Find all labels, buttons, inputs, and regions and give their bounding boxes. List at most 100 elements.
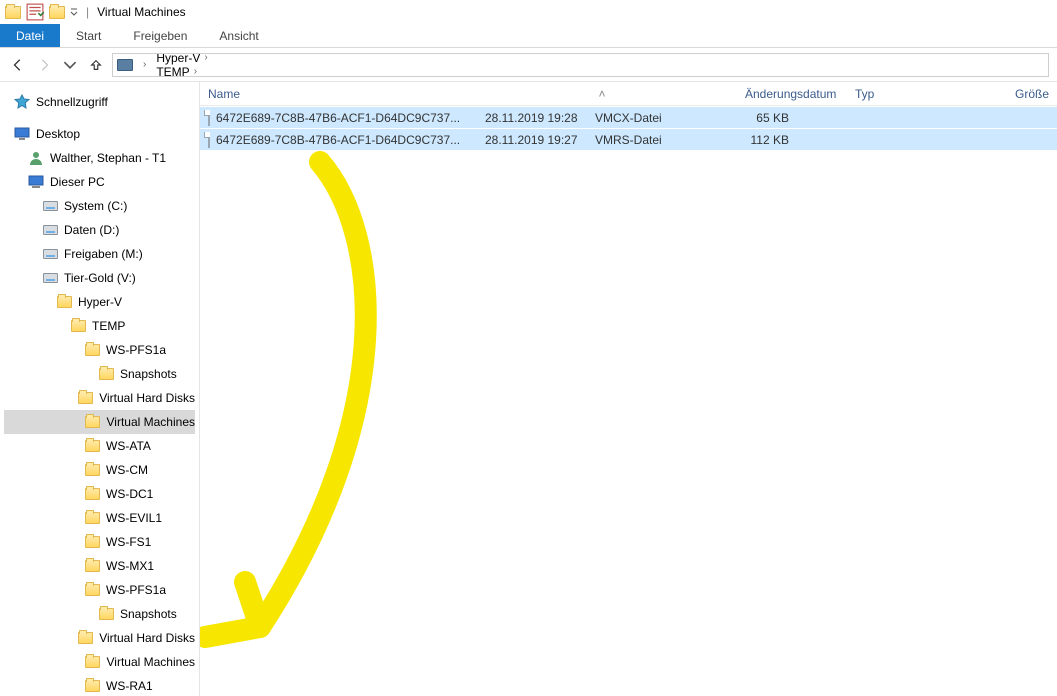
folder-icon xyxy=(84,486,100,502)
tree-item-label: WS-RA1 xyxy=(106,679,153,693)
pc-icon xyxy=(28,174,44,190)
tree-item[interactable]: WS-PFS1a xyxy=(4,578,195,602)
drive-icon xyxy=(42,270,58,286)
tree-item[interactable]: System (C:) xyxy=(4,194,195,218)
tree-item[interactable]: Snapshots xyxy=(4,602,195,626)
tree-item-label: Virtual Hard Disks xyxy=(99,391,195,405)
tree-item-label: WS-PFS1a xyxy=(106,583,166,597)
folder-icon xyxy=(84,510,100,526)
folder-icon xyxy=(84,438,100,454)
file-type: VMRS-Datei xyxy=(587,133,707,147)
navigation-tree[interactable]: Schnellzugriff Desktop Walther, Stephan - … xyxy=(0,82,200,696)
tree-item-label: Desktop xyxy=(36,127,80,141)
drive-icon xyxy=(42,198,58,214)
window-title: Virtual Machines xyxy=(97,5,186,19)
tree-item[interactable]: Snapshots xyxy=(4,362,195,386)
folder-icon xyxy=(84,558,100,574)
sort-indicator-icon: ˄ xyxy=(597,87,607,101)
tree-item[interactable]: WS-DC1 xyxy=(4,482,195,506)
tree-item[interactable]: WS-ATA xyxy=(4,434,195,458)
column-type[interactable]: Typ xyxy=(847,87,967,101)
crumb-root-chev[interactable]: › xyxy=(135,59,150,70)
file-list-header[interactable]: Name ˄ Änderungsdatum Typ Größe xyxy=(200,82,1057,106)
up-icon[interactable] xyxy=(86,55,106,75)
tree-item[interactable]: Walther, Stephan - T1 xyxy=(4,146,195,170)
tree-item-label: Virtual Machines xyxy=(107,415,196,429)
tree-item[interactable]: Virtual Machines xyxy=(4,410,195,434)
column-date[interactable]: Änderungsdatum xyxy=(737,87,847,101)
tree-item[interactable]: WS-FS1 xyxy=(4,530,195,554)
folder-icon xyxy=(84,534,100,550)
tree-item[interactable]: TEMP xyxy=(4,314,195,338)
ribbon-tab-share[interactable]: Freigeben xyxy=(117,24,203,47)
navigation-bar: › Dieser PC›Tier-Gold (V:)›Hyper-V›TEMP›… xyxy=(0,48,1057,82)
folder-icon xyxy=(85,414,101,430)
back-icon[interactable] xyxy=(8,55,28,75)
recent-locations-icon[interactable] xyxy=(60,55,80,75)
file-name: 6472E689-7C8B-47B6-ACF1-D64DC9C737... xyxy=(216,111,460,125)
folder-icon xyxy=(84,678,100,694)
main-area: Schnellzugriff Desktop Walther, Stephan - … xyxy=(0,82,1057,696)
tree-item-label: Schnellzugriff xyxy=(36,95,108,109)
folder-icon xyxy=(85,654,101,670)
folder-icon xyxy=(84,342,100,358)
file-size: 112 KB xyxy=(707,133,797,147)
address-bar[interactable]: › Dieser PC›Tier-Gold (V:)›Hyper-V›TEMP›… xyxy=(112,53,1049,77)
qat-properties-icon[interactable] xyxy=(26,3,44,21)
ribbon-tab-view[interactable]: Ansicht xyxy=(203,24,274,47)
tree-item-label: WS-FS1 xyxy=(106,535,151,549)
ribbon-tab-file[interactable]: Datei xyxy=(0,24,60,47)
tree-item[interactable]: Virtual Machines xyxy=(4,650,195,674)
tree-item-label: Walther, Stephan - T1 xyxy=(50,151,166,165)
column-name[interactable]: Name xyxy=(200,87,467,101)
tree-item[interactable]: Daten (D:) xyxy=(4,218,195,242)
tree-item[interactable]: Hyper-V xyxy=(4,290,195,314)
tree-item-label: WS-PFS1a xyxy=(106,343,166,357)
drive-icon xyxy=(42,222,58,238)
file-date: 28.11.2019 19:28 xyxy=(477,111,587,125)
tree-item-label: TEMP xyxy=(92,319,125,333)
file-icon xyxy=(208,132,210,148)
tree-item-label: Hyper-V xyxy=(78,295,122,309)
tree-item[interactable]: Dieser PC xyxy=(4,170,195,194)
breadcrumb-item[interactable]: TEMP› xyxy=(152,65,256,77)
tree-item-label: Virtual Machines xyxy=(107,655,196,669)
folder-icon xyxy=(77,390,93,406)
tree-item-label: WS-EVIL1 xyxy=(106,511,162,525)
column-size[interactable]: Größe xyxy=(967,87,1057,101)
qat-customize-icon[interactable] xyxy=(70,8,78,16)
folder-icon xyxy=(77,630,93,646)
file-list-body[interactable]: 6472E689-7C8B-47B6-ACF1-D64DC9C737... 28.… xyxy=(200,106,1057,696)
qat-newfolder-icon[interactable] xyxy=(48,3,66,21)
tree-item[interactable]: WS-PFS1a xyxy=(4,338,195,362)
tree-item-label: Daten (D:) xyxy=(64,223,119,237)
tree-item[interactable]: WS-MX1 xyxy=(4,554,195,578)
pc-icon xyxy=(117,59,133,71)
folder-icon xyxy=(98,606,114,622)
breadcrumb-item[interactable]: Hyper-V› xyxy=(152,53,256,65)
tree-item-label: WS-DC1 xyxy=(106,487,153,501)
tree-item[interactable]: Desktop xyxy=(4,122,195,146)
tree-item[interactable]: Freigaben (M:) xyxy=(4,242,195,266)
tree-item[interactable]: Virtual Hard Disks xyxy=(4,386,195,410)
folder-icon xyxy=(4,3,22,21)
file-row[interactable]: 6472E689-7C8B-47B6-ACF1-D64DC9C737... 28.… xyxy=(200,106,1057,128)
drive-icon xyxy=(42,246,58,262)
tree-item[interactable]: Schnellzugriff xyxy=(4,90,195,114)
ribbon-tab-start[interactable]: Start xyxy=(60,24,117,47)
star-icon xyxy=(14,94,30,110)
file-list: Name ˄ Änderungsdatum Typ Größe 6472E689… xyxy=(200,82,1057,696)
tree-item-label: System (C:) xyxy=(64,199,127,213)
tree-item[interactable]: Tier-Gold (V:) xyxy=(4,266,195,290)
tree-item[interactable]: Virtual Hard Disks xyxy=(4,626,195,650)
tree-item-label: Tier-Gold (V:) xyxy=(64,271,136,285)
folder-icon xyxy=(98,366,114,382)
folder-icon xyxy=(84,462,100,478)
forward-icon[interactable] xyxy=(34,55,54,75)
file-row[interactable]: 6472E689-7C8B-47B6-ACF1-D64DC9C737...28.… xyxy=(200,128,1057,150)
desktop-icon xyxy=(14,126,30,142)
tree-item[interactable]: WS-RA1 xyxy=(4,674,195,696)
tree-item[interactable]: WS-EVIL1 xyxy=(4,506,195,530)
tree-item[interactable]: WS-CM xyxy=(4,458,195,482)
file-type: VMCX-Datei xyxy=(587,111,707,125)
